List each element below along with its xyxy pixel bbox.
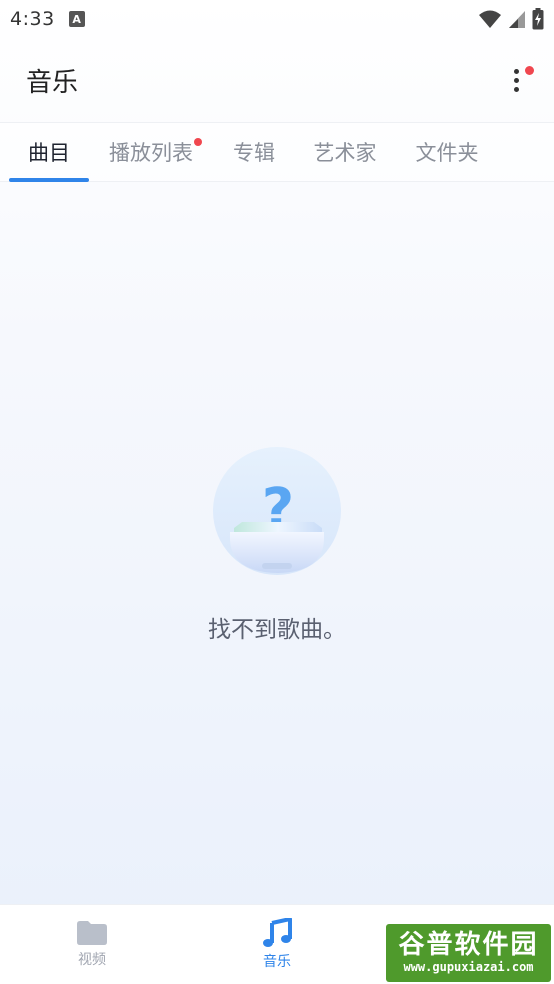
empty-message: 找不到歌曲。 [208,617,346,643]
more-vertical-icon-dot [513,86,519,92]
empty-box-question-icon: ? [213,447,341,575]
tab-tracks[interactable]: 曲目 [9,122,89,182]
tab-label: 文件夹 [415,141,479,165]
tab-label: 曲目 [28,141,70,165]
app-bar: 音乐 [0,38,554,122]
status-icons [478,8,544,30]
watermark: 谷普软件园 www.gupuxiazai.com [386,924,551,982]
wifi-icon [479,10,501,28]
signal-icon [509,11,525,28]
battery-charging-icon [532,8,544,30]
more-vertical-icon-dot [513,77,519,83]
empty-state: ? 找不到歌曲。 [0,446,554,644]
tab-label: 艺术家 [313,141,377,165]
notification-badge [525,66,534,75]
tab-badge [194,138,202,146]
watermark-url: www.gupuxiazai.com [403,960,534,974]
tab-bar: 曲目 播放列表 专辑 艺术家 文件夹 [0,122,554,182]
watermark-logo: 谷普软件园 [398,930,539,960]
app-root: 4:33 A 音乐 曲目 播放列表 专辑 艺术家 文件夹 ? 找不到歌曲。 视频… [0,0,554,984]
page-title: 音乐 [26,67,79,98]
tab-label: 播放列表 [109,141,193,165]
nav-label: 视频 [78,952,106,968]
tab-label: 专辑 [233,141,275,165]
status-time: 4:33 [10,8,55,30]
tab-playlists[interactable]: 播放列表 [108,122,202,182]
tab-albums[interactable]: 专辑 [232,122,276,182]
tab-active-indicator [9,178,89,182]
tab-folders[interactable]: 文件夹 [414,122,480,182]
nav-label: 音乐 [263,954,291,970]
notification-a-icon: A [68,11,85,27]
more-vertical-icon [513,68,519,74]
more-options-button[interactable] [504,62,534,98]
tab-artists[interactable]: 艺术家 [312,122,378,182]
status-bar: 4:33 A [0,0,554,38]
music-note-icon [263,918,292,947]
nav-video[interactable]: 视频 [0,905,184,984]
nav-music[interactable]: 音乐 [184,905,370,984]
folder-icon [77,921,107,945]
